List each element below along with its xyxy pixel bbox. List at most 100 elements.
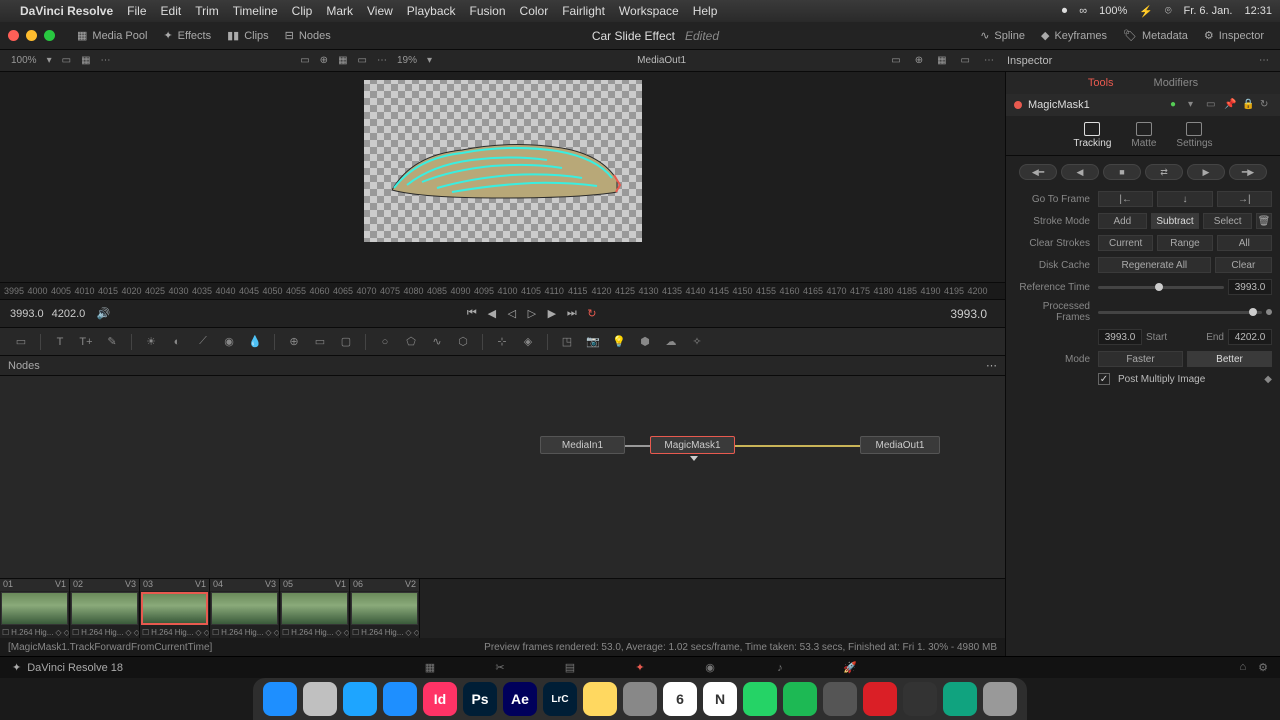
app-name[interactable]: DaVinci Resolve xyxy=(20,4,113,18)
nodes-canvas[interactable]: MediaIn1 MagicMask1 MediaOut1 xyxy=(0,376,1005,578)
menu-color[interactable]: Color xyxy=(520,4,549,18)
tool-text3d-icon[interactable]: T+ xyxy=(75,331,97,353)
menu-edit[interactable]: Edit xyxy=(161,4,182,18)
tool-bg-icon[interactable]: ▭ xyxy=(10,331,32,353)
processed-frames-slider[interactable] xyxy=(1098,311,1262,314)
page-fusion-icon[interactable]: ✦ xyxy=(630,660,650,676)
dock-app-trash[interactable] xyxy=(983,682,1017,716)
tool-paint-icon[interactable]: ✎ xyxy=(101,331,123,353)
tool-bspline-icon[interactable]: ∿ xyxy=(426,331,448,353)
tool-xf-icon[interactable]: ▭ xyxy=(309,331,331,353)
mode-better-button[interactable]: Better xyxy=(1187,351,1272,367)
viewer-zoom-dd-icon[interactable]: ▾ xyxy=(422,53,437,68)
processed-end-value[interactable]: 4202.0 xyxy=(1228,329,1272,345)
page-color-icon[interactable]: ◉ xyxy=(700,660,720,676)
goto-end-button[interactable]: →| xyxy=(1217,191,1272,207)
dock-app-notion[interactable]: N xyxy=(703,682,737,716)
menu-help[interactable]: Help xyxy=(693,4,718,18)
status-time[interactable]: 12:31 xyxy=(1244,5,1272,17)
stroke-subtract-button[interactable]: Subtract xyxy=(1151,213,1200,229)
timeline-ruler[interactable]: 3995400040054010401540204025403040354040… xyxy=(0,282,1005,300)
viewer-canvas[interactable] xyxy=(364,80,642,242)
timecode-out[interactable]: 4202.0 xyxy=(52,308,86,320)
tool-render-icon[interactable]: ⬢ xyxy=(634,331,656,353)
tool-drop-icon[interactable]: 💧 xyxy=(244,331,266,353)
mode-faster-button[interactable]: Faster xyxy=(1098,351,1183,367)
node-reset-icon[interactable]: ↻ xyxy=(1260,99,1272,111)
clip-item[interactable]: 05V1☐H.264 Hig...◇◇ xyxy=(280,579,350,638)
clear-all-button[interactable]: All xyxy=(1217,235,1272,251)
track-reverse-button[interactable]: ◀ xyxy=(1061,164,1099,180)
tab-tools[interactable]: Tools xyxy=(1088,77,1114,89)
menu-timeline[interactable]: Timeline xyxy=(233,4,278,18)
tool-mask-poly-icon[interactable]: ⬠ xyxy=(400,331,422,353)
menu-clip[interactable]: Clip xyxy=(292,4,313,18)
viewer-c-icon[interactable]: ▦ xyxy=(333,53,352,68)
dock-app-spotify[interactable] xyxy=(783,682,817,716)
viewer-b-icon[interactable]: ⊕ xyxy=(315,53,333,68)
viewer-e-icon[interactable]: ⋯ xyxy=(372,53,392,68)
tool-camera-icon[interactable]: 📷 xyxy=(582,331,604,353)
goto-current-button[interactable]: ↓ xyxy=(1157,191,1212,207)
panel-keyframes[interactable]: ◆Keyframes xyxy=(1033,26,1115,45)
dock-app-calendar[interactable]: 6 xyxy=(663,682,697,716)
dock-app-settings[interactable] xyxy=(623,682,657,716)
menu-mark[interactable]: Mark xyxy=(326,4,353,18)
subtab-settings[interactable]: Settings xyxy=(1176,122,1212,149)
record-icon[interactable]: ⏺ xyxy=(1062,5,1068,18)
stroke-add-button[interactable]: Add xyxy=(1098,213,1147,229)
goto-start-button[interactable]: |← xyxy=(1098,191,1153,207)
play-icon[interactable]: ▷ xyxy=(522,304,542,324)
step-fwd-icon[interactable]: ▶ xyxy=(542,304,562,324)
dock-app-launchpad[interactable] xyxy=(303,682,337,716)
tool-light-icon[interactable]: 💡 xyxy=(608,331,630,353)
dock-app-creative-cloud[interactable] xyxy=(863,682,897,716)
node-mediain1[interactable]: MediaIn1 xyxy=(540,436,625,454)
dock-app-safari[interactable] xyxy=(343,682,377,716)
menu-workspace[interactable]: Workspace xyxy=(619,4,679,18)
viewer-a-icon[interactable]: ▭ xyxy=(295,53,314,68)
dock-app-whatsapp[interactable] xyxy=(743,682,777,716)
dock-app-indesign[interactable]: Id xyxy=(423,682,457,716)
viewer[interactable] xyxy=(0,72,1005,282)
stroke-select-button[interactable]: Select xyxy=(1203,213,1252,229)
processed-start-value[interactable]: 3993.0 xyxy=(1098,329,1142,345)
panel-effects[interactable]: ✦Effects xyxy=(155,26,219,45)
tool-text-icon[interactable]: T xyxy=(49,331,71,353)
menu-playback[interactable]: Playback xyxy=(407,4,456,18)
tool-3d-icon[interactable]: ◳ xyxy=(556,331,578,353)
node-lock-icon[interactable]: 🔒 xyxy=(1242,99,1254,111)
clip-item[interactable]: 03V1☐H.264 Hig...◇◇ xyxy=(140,579,210,638)
panel-media-pool[interactable]: ▦Media Pool xyxy=(69,26,155,45)
post-multiply-keyframe-icon[interactable]: ◆ xyxy=(1264,374,1272,385)
step-back-icon[interactable]: ◀ xyxy=(482,304,502,324)
cc-icon[interactable]: ∞ xyxy=(1079,5,1087,17)
page-fairlight-icon[interactable]: ♪ xyxy=(770,660,790,676)
node-mediaout1[interactable]: MediaOut1 xyxy=(860,436,940,454)
go-last-icon[interactable]: ⏭ xyxy=(562,304,582,324)
viewer-checker-icon[interactable]: ▦ xyxy=(76,53,95,68)
tool-color-icon[interactable]: ◉ xyxy=(218,331,240,353)
tool-brightness-icon[interactable]: ☀ xyxy=(140,331,162,353)
home-icon[interactable]: ⌂ xyxy=(1239,661,1246,674)
tool-blur-icon[interactable]: ◐ xyxy=(166,331,188,353)
viewer-r1-icon[interactable]: ▭ xyxy=(886,53,905,68)
status-date[interactable]: Fr. 6. Jan. xyxy=(1184,5,1233,17)
clear-current-button[interactable]: Current xyxy=(1098,235,1153,251)
track-step-button[interactable]: ⇄ xyxy=(1145,164,1183,180)
menu-trim[interactable]: Trim xyxy=(195,4,219,18)
viewer-more-icon[interactable]: ⋯ xyxy=(96,53,116,68)
inspector-node-name[interactable]: MagicMask1 xyxy=(1028,99,1090,111)
timecode-in[interactable]: 3993.0 xyxy=(10,308,44,320)
node-magicmask1[interactable]: MagicMask1 xyxy=(650,436,735,454)
panel-inspector[interactable]: ⚙Inspector xyxy=(1196,26,1272,45)
track-reverse-all-button[interactable]: ◀━ xyxy=(1019,164,1057,180)
tool-mask-rect-icon[interactable]: ▢ xyxy=(335,331,357,353)
menu-file[interactable]: File xyxy=(127,4,146,18)
tool-sharpen-icon[interactable]: ⟋ xyxy=(192,331,214,353)
clip-item[interactable]: 06V2☐H.264 Hig...◇◇ xyxy=(350,579,420,638)
track-stop-button[interactable]: ■ xyxy=(1103,164,1141,180)
nodes-options-icon[interactable]: ⋯ xyxy=(986,359,997,372)
wifi-icon[interactable]: ⚡ xyxy=(1139,5,1153,18)
panel-nodes[interactable]: ⊟Nodes xyxy=(277,26,339,45)
